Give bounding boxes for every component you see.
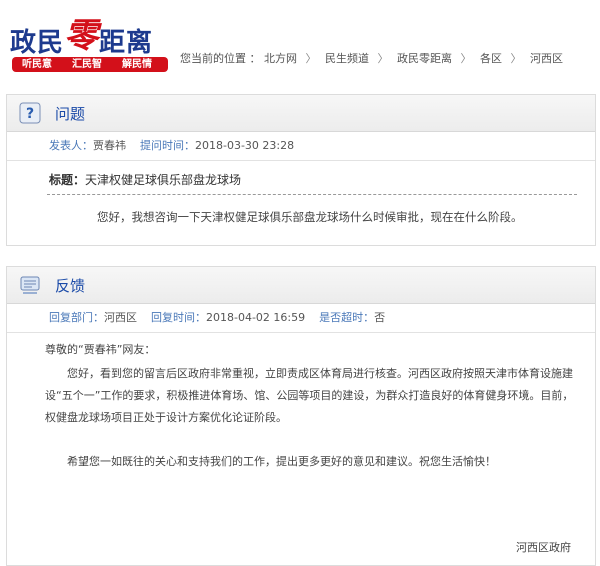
question-icon: ?: [19, 102, 41, 124]
question-title-label: 标题：: [49, 173, 86, 187]
dashed-divider: [47, 194, 577, 195]
breadcrumb-separator: 〉: [305, 52, 317, 65]
reply-dept-label: 回复部门：: [49, 311, 104, 324]
slogan-1: 听民意: [22, 59, 52, 70]
answer-signature: 河西区政府: [516, 541, 571, 554]
breadcrumb-link-zhengmin[interactable]: 政民零距离: [397, 52, 452, 65]
author-name: 贾春祎: [93, 139, 126, 152]
question-panel-header: ? 问题: [7, 95, 595, 132]
overdue-value: 否: [374, 311, 386, 324]
breadcrumb-link-hexi[interactable]: 河西区: [530, 52, 563, 65]
question-title-text: 天津权健足球俱乐部盘龙球场: [85, 173, 242, 187]
reply-dept: 河西区: [104, 311, 137, 324]
site-logo[interactable]: 政民零距离 听民意 汇民智 解民情: [10, 4, 170, 74]
logo-slogan-bar: 听民意 汇民智 解民情: [12, 57, 168, 72]
breadcrumb-separator: 〉: [460, 52, 472, 65]
answer-panel-title: 反馈: [55, 277, 86, 295]
overdue-label: 是否超时：: [319, 311, 375, 324]
breadcrumb-link-district[interactable]: 各区: [480, 52, 502, 65]
breadcrumb-link-beifang[interactable]: 北方网: [264, 52, 297, 65]
question-time-label: 提问时间：: [140, 139, 195, 152]
answer-paragraph-1: 您好，看到您的留言后区政府非常重视，立即责成区体育局进行核查。河西区政府按照天津…: [45, 367, 574, 424]
answer-meta: 回复部门：河西区 回复时间：2018-04-02 16:59 是否超时：否: [7, 304, 595, 333]
answer-greeting: 尊敬的“贾春祎”网友：: [45, 343, 156, 356]
answer-body: 尊敬的“贾春祎”网友： 您好，看到您的留言后区政府非常重视，立即责成区体育局进行…: [45, 339, 583, 473]
reply-time: 2018-04-02 16:59: [206, 311, 306, 324]
reply-time-label: 回复时间：: [151, 311, 206, 324]
svg-text:?: ?: [26, 106, 34, 122]
breadcrumb-prefix: 您当前的位置 ：: [180, 52, 261, 65]
author-label: 发表人：: [49, 139, 93, 152]
slogan-3: 解民情: [122, 59, 152, 70]
logo-title: 政民零距离: [10, 12, 153, 61]
answer-panel-header: 反馈: [7, 267, 595, 304]
question-time: 2018-03-30 23:28: [195, 139, 295, 152]
question-title: 标题：天津权健足球俱乐部盘龙球场: [49, 171, 241, 188]
answer-panel: 反馈 回复部门：河西区 回复时间：2018-04-02 16:59 是否超时：否 尊…: [6, 266, 596, 566]
breadcrumb-separator: 〉: [510, 52, 522, 65]
question-panel-title: 问题: [55, 105, 86, 123]
slogan-2: 汇民智: [72, 59, 102, 70]
breadcrumb-separator: 〉: [377, 52, 389, 65]
answer-paragraph-2: 希望您一如既往的关心和支持我们的工作，提出更多更好的意见和建议。祝您生活愉快！: [67, 455, 496, 468]
breadcrumb: 您当前的位置 ： 北方网 〉 民生频道 〉 政民零距离 〉 各区 〉 河西区: [180, 50, 563, 66]
question-meta: 发表人：贾春祎 提问时间：2018-03-30 23:28: [7, 132, 595, 161]
site-header: 政民零距离 听民意 汇民智 解民情 您当前的位置 ： 北方网 〉 民生频道 〉 …: [0, 0, 600, 80]
logo-title-part-1: 政民: [10, 28, 65, 58]
logo-title-part-3: 距离: [99, 28, 154, 58]
question-body: 您好，我想咨询一下天津权健足球俱乐部盘龙球场什么时候审批，现在在什么阶段。: [97, 210, 523, 224]
logo-title-part-2: 零: [64, 16, 100, 56]
feedback-icon: [20, 276, 40, 294]
question-panel: ? 问题 发表人：贾春祎 提问时间：2018-03-30 23:28 标题：天津权…: [6, 94, 596, 246]
breadcrumb-link-minsheng[interactable]: 民生频道: [325, 52, 369, 65]
